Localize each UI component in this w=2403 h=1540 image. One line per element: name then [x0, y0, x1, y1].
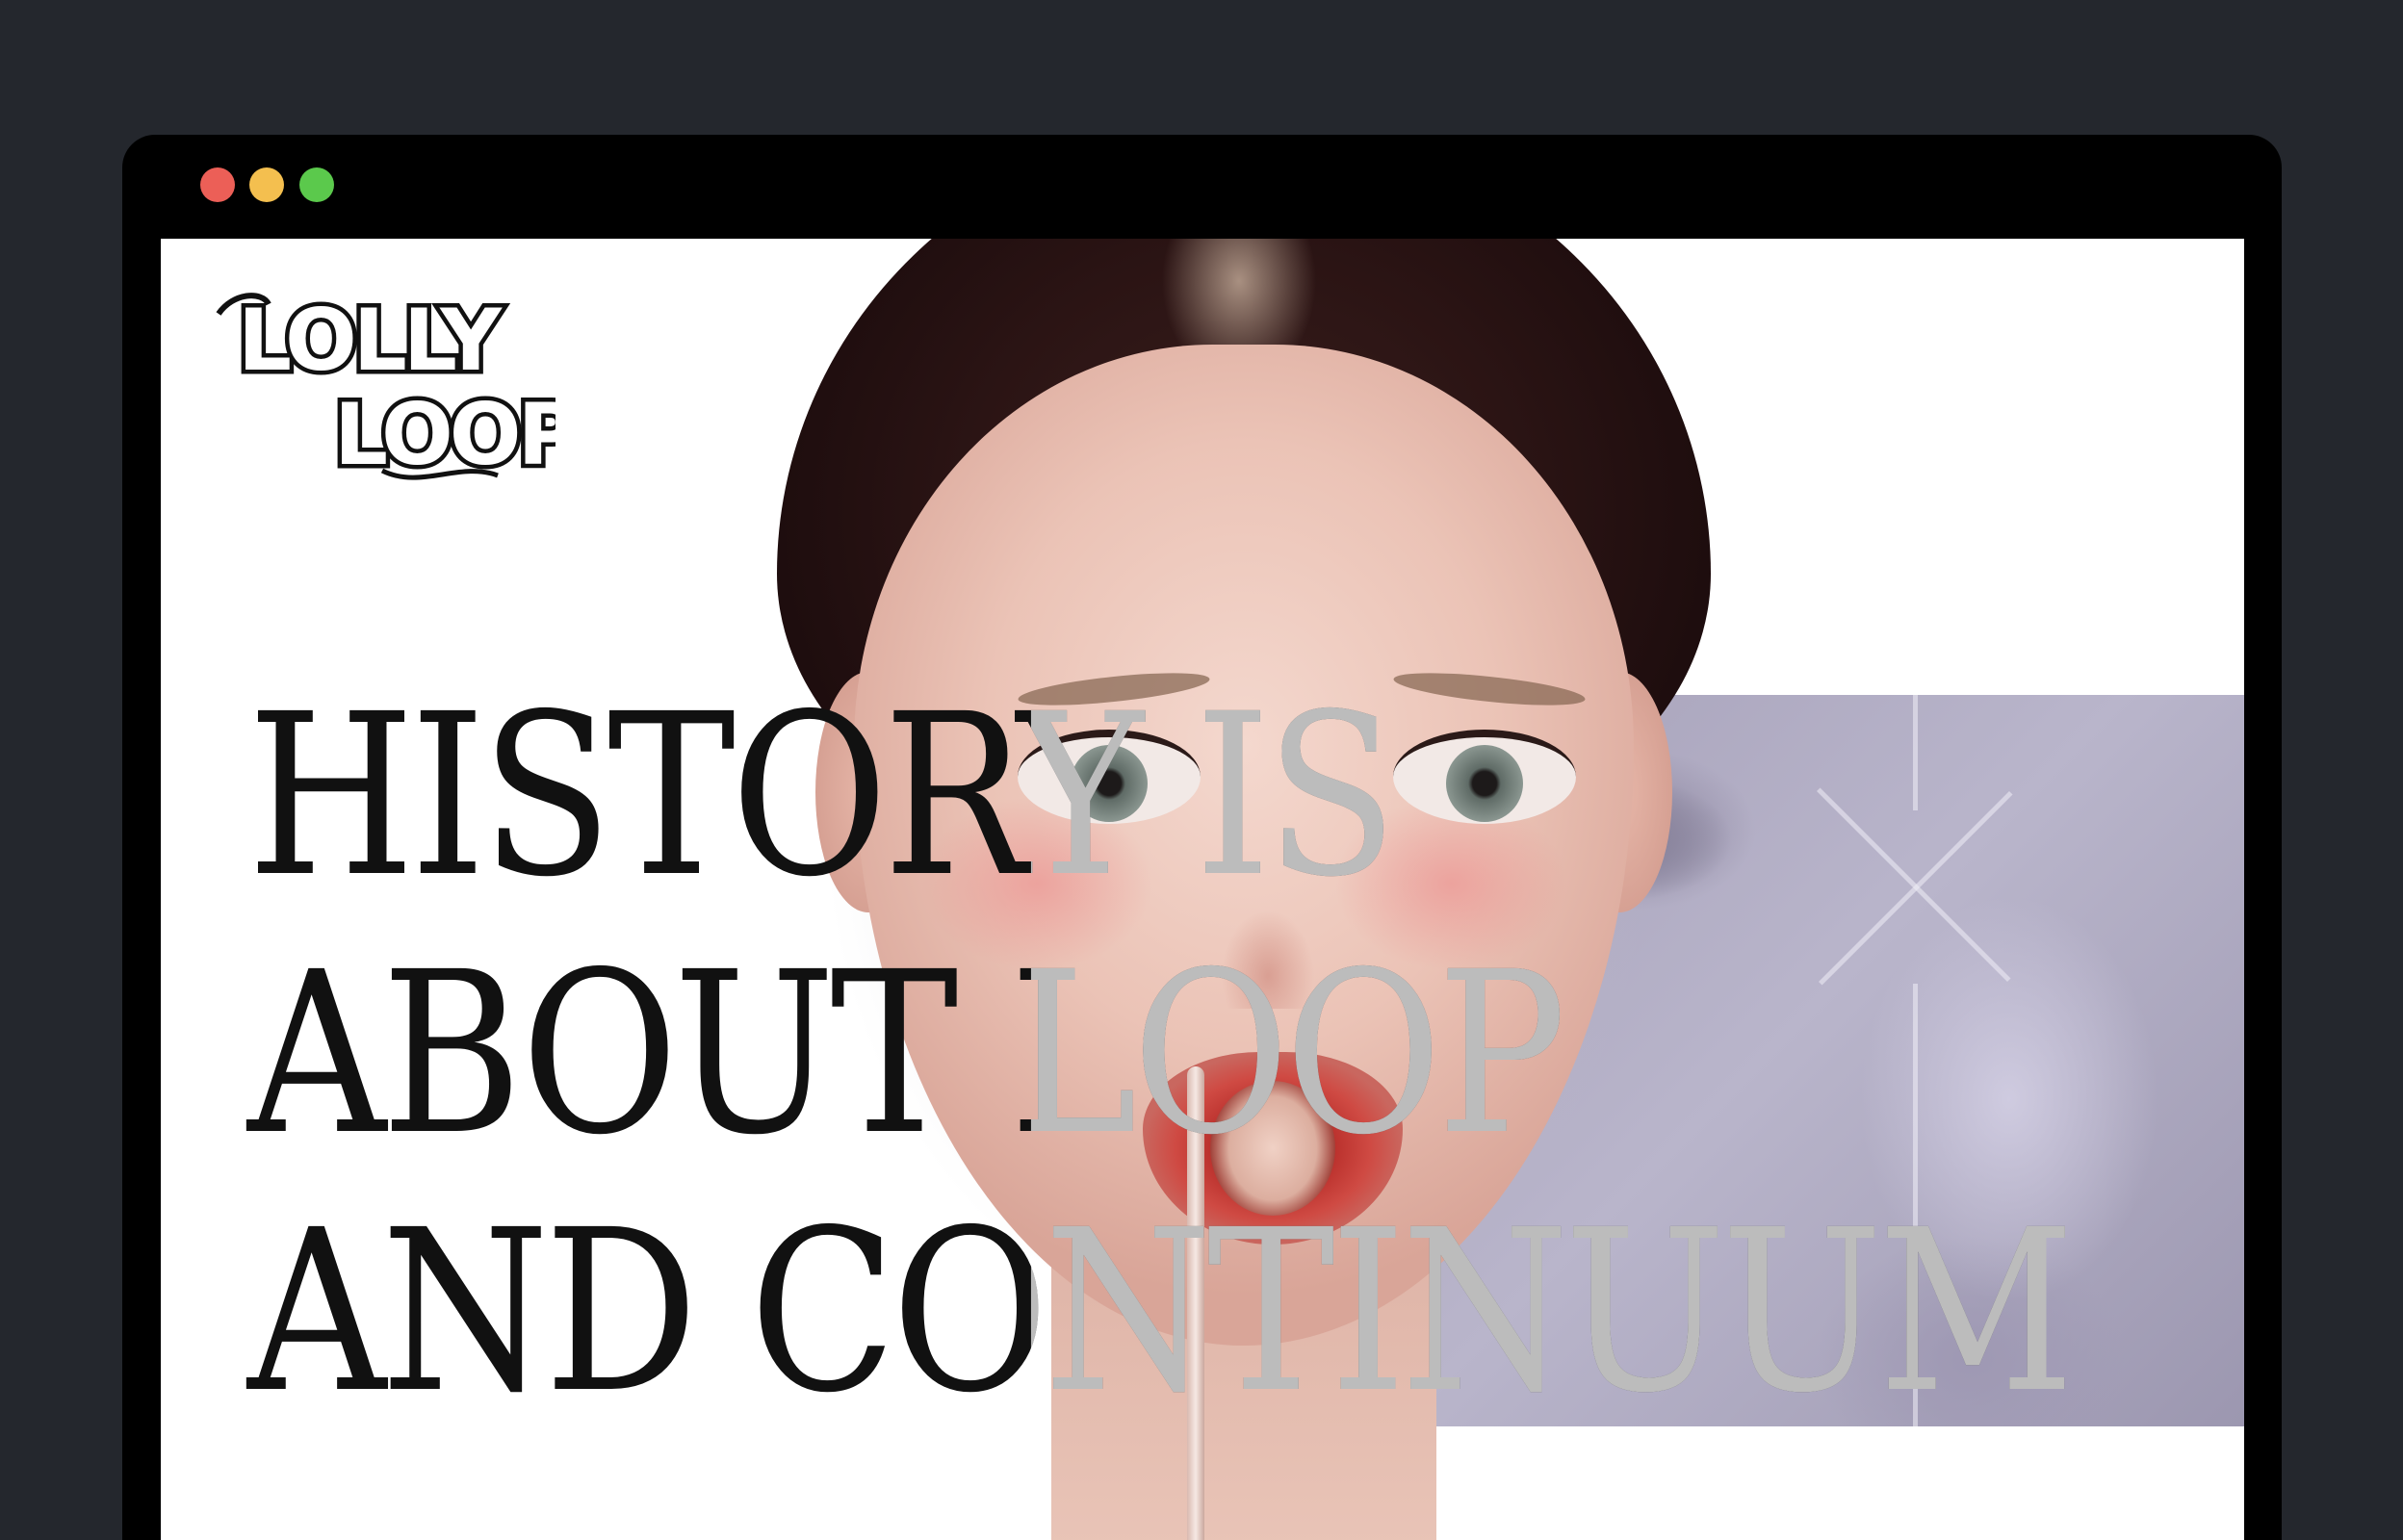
- minimize-window-button[interactable]: [249, 167, 284, 202]
- lolly-loop-logo[interactable]: LOLLY LOOP: [209, 273, 556, 485]
- window-titlebar: [122, 135, 2282, 239]
- page-viewport: LOLLY LOOP HISTORY IS ABOUT LOOP AND CON…: [161, 239, 2244, 1540]
- logo-word-loop: LOOP: [334, 385, 556, 484]
- close-window-button[interactable]: [200, 167, 235, 202]
- browser-window: LOLLY LOOP HISTORY IS ABOUT LOOP AND CON…: [122, 135, 2282, 1540]
- logo-word-lolly: LOLLY: [238, 291, 503, 390]
- maximize-window-button[interactable]: [299, 167, 334, 202]
